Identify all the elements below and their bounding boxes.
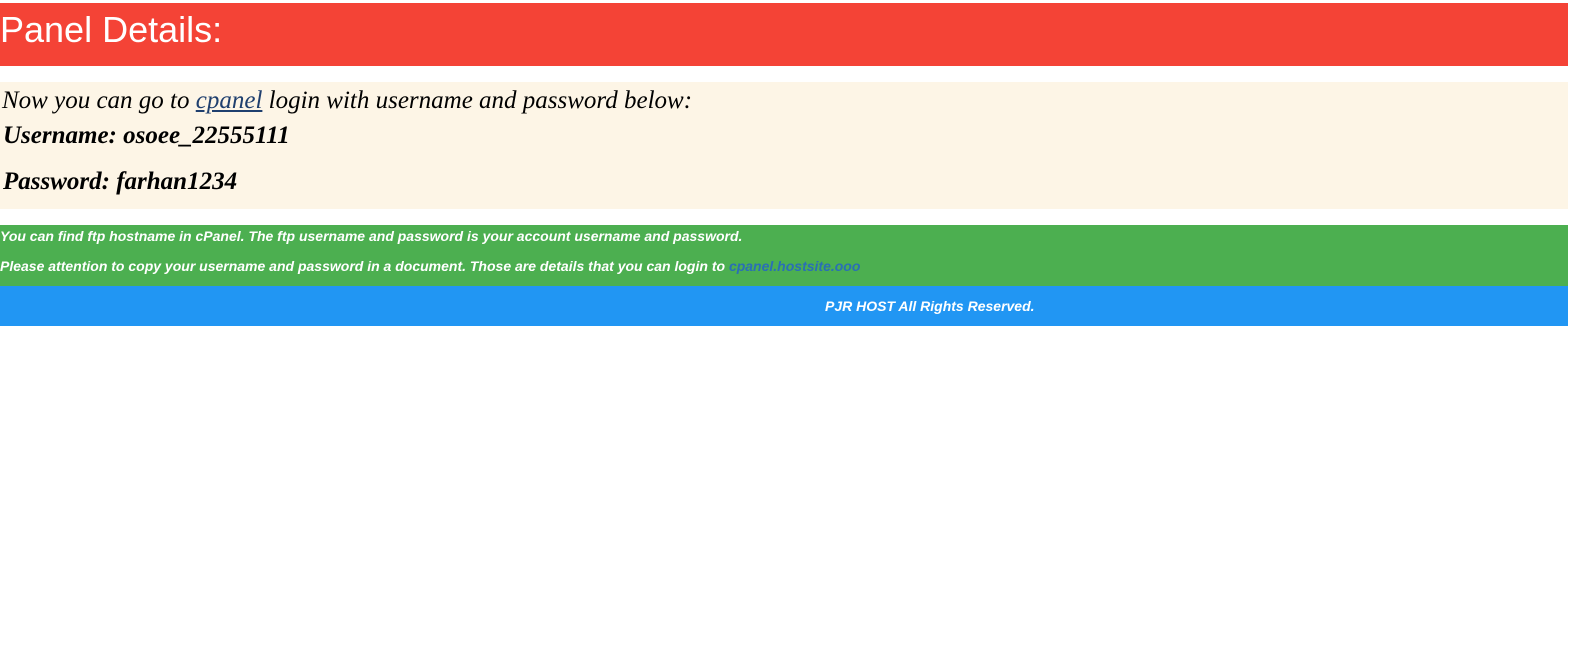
copy-details-notice: Please attention to copy your username a…	[0, 257, 860, 275]
ftp-notice-panel: You can find ftp hostname in cPanel. The…	[0, 225, 1568, 286]
login-instructions-prefix: Now you can go to	[2, 87, 196, 114]
username-line: Username: osoee_22555111	[3, 122, 290, 149]
cpanel-link[interactable]: cpanel	[196, 87, 263, 114]
login-instructions: Now you can go to cpanel login with user…	[2, 86, 692, 116]
password-line: Password: farhan1234	[3, 168, 238, 195]
footer: PJR HOST All Rights Reserved.	[0, 286, 1568, 326]
copy-details-text: Please attention to copy your username a…	[0, 258, 729, 274]
copyright-text: PJR HOST All Rights Reserved.	[825, 298, 1035, 314]
panel-details-header: Panel Details:	[0, 3, 1568, 66]
ftp-info-text: You can find ftp hostname in cPanel. The…	[0, 228, 743, 244]
credentials-panel: Now you can go to cpanel login with user…	[0, 82, 1568, 209]
page-title: Panel Details:	[0, 9, 223, 50]
cpanel-hostsite-link[interactable]: cpanel.hostsite.ooo	[729, 258, 860, 274]
login-instructions-suffix: login with username and password below:	[262, 87, 693, 114]
